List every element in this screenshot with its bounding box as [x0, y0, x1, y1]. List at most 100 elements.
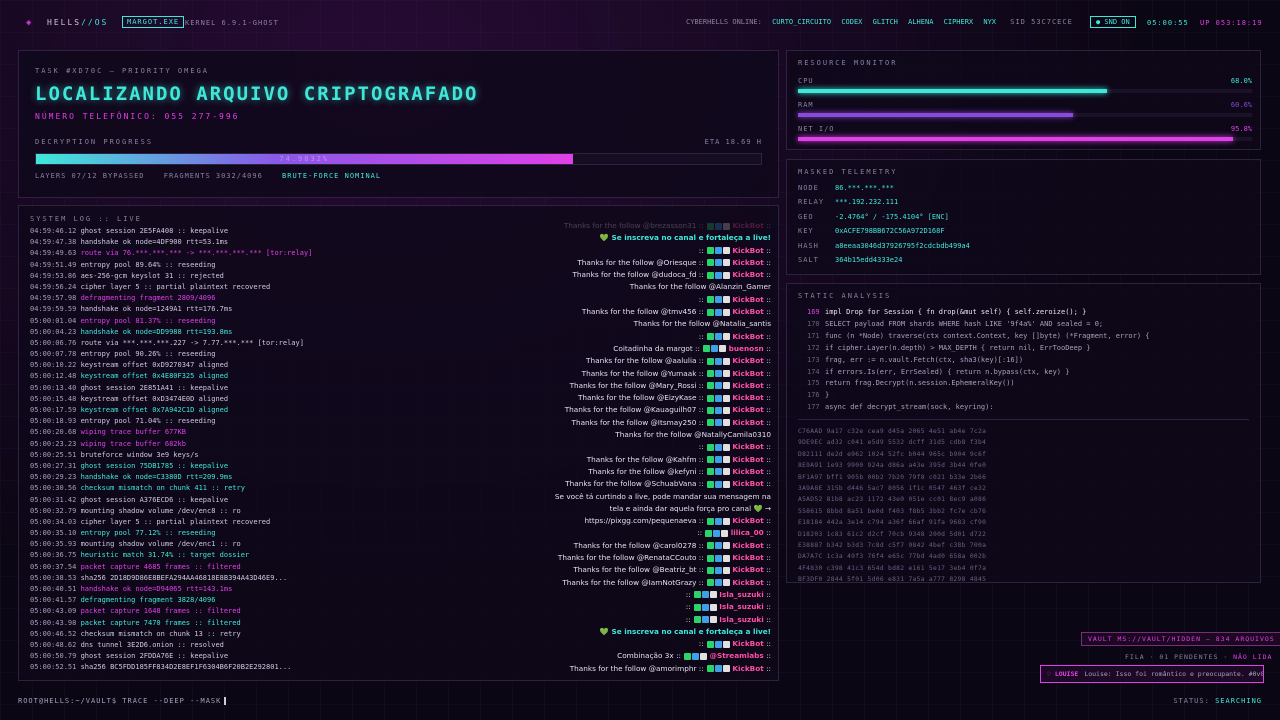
chat-overlay[interactable]: Thanks for the follow @brezasson31 :: Ki… [489, 220, 771, 676]
badge-icon [723, 542, 731, 550]
log-line: 04:59:57.98 defragmenting fragment 2809/… [30, 294, 216, 303]
log-line: 05:00:32.79 mounting shadow volume /dev/… [30, 506, 241, 515]
online-user[interactable]: CIPHERX [944, 18, 974, 26]
online-user[interactable]: CODEX [841, 18, 862, 26]
badge-icon [715, 333, 723, 341]
badge-icon [723, 480, 731, 488]
hex-line: D82111 de2d e962 1024 52fc b044 965c b90… [798, 450, 987, 458]
badge-icon [723, 259, 731, 267]
chat-message: :: Isla_suzuki :: [685, 602, 771, 612]
badge-icon [707, 222, 715, 230]
badge-icon [723, 296, 731, 304]
chat-message: 💚 Se inscreva no canal e fortaleça a liv… [599, 233, 771, 243]
resource-monitor-panel: RESOURCE MONITOR CPU 68.0% RAM 60.6% NET… [786, 50, 1261, 150]
hex-line: 3A9A8E 315b d446 5ac7 8056 1f1c 0547 463… [798, 485, 987, 492]
net-io-meter: NET I/O 95.8% [798, 125, 1252, 141]
online-user[interactable]: GLITCH [873, 18, 898, 26]
log-line: 05:00:07.78 entropy pool 90.26% :: resee… [30, 350, 216, 359]
badge-icon [723, 308, 731, 316]
hells-logo-icon: ◈ [26, 18, 32, 28]
badge-icon [707, 419, 715, 427]
log-line: 04:59:47.38 handshake ok node=4DF900 rtt… [30, 238, 229, 247]
hex-line: BF3DF0 2844 5f01 5d06 e831 7a5a a777 829… [798, 576, 987, 583]
divider [798, 419, 1249, 420]
process-badge[interactable]: MARGOT.EXE [122, 16, 185, 28]
badge-icon [715, 542, 723, 550]
task-panel: TASK #XD70C — PRIORITY OMEGA LOCALIZANDO… [18, 50, 779, 198]
static-analysis-panel: STATIC ANALYSIS 169 impl Drop for Session… [786, 283, 1261, 583]
code-line: 170 SELECT payload FROM shards WHERE hash… [807, 319, 1104, 328]
task-title: LOCALIZANDO ARQUIVO CRIPTOGRAFADO [35, 83, 479, 105]
fragments-stat: FRAGMENTS 3032/4096 [163, 172, 263, 180]
chat-message: Thanks for the follow @kefyni :: KickBot… [588, 466, 771, 476]
badge-icon [707, 271, 715, 279]
badge-icon [707, 480, 715, 488]
code-line: 177 async def decrypt_stream(sock, keyrin… [807, 403, 994, 412]
log-line: 05:00:43.98 packet capture 7470 frames :… [30, 618, 241, 627]
badge-icon [701, 603, 709, 611]
hex-line: A5AD52 81b8 ac23 1172 43e0 051e cc01 8ec… [798, 496, 987, 504]
badge-icon [707, 517, 715, 525]
badge-icon [715, 566, 723, 574]
task-status: BRUTE-FORCE NOMINAL [282, 172, 382, 180]
online-user[interactable]: NYX [983, 18, 996, 26]
brand-title: HELLS//OS [47, 18, 109, 27]
online-user[interactable]: CURTO_CIRCUITO [772, 18, 831, 26]
telemetry-row: RELAY ***.192.232.111 [798, 198, 899, 206]
chat-message: :: Isla_suzuki :: [685, 589, 771, 599]
log-line: 04:59:56.24 cipher layer 5 :: partial pl… [30, 282, 271, 291]
badge-icon [723, 247, 731, 255]
sound-toggle-button[interactable]: ● SND ON [1090, 16, 1136, 28]
badge-icon [723, 665, 731, 673]
telemetry-row: GEO -2.4764° / -175.4104° [ENC] [798, 213, 949, 221]
chat-message: Thanks for the follow @Kahfm :: KickBot … [586, 454, 771, 464]
badge-icon [715, 357, 723, 365]
hex-line: 8E9A91 1e93 9900 924a d86a a43e 395d 3b4… [798, 462, 987, 470]
badge-icon [707, 394, 715, 402]
chat-message: :: lilica_00 :: [697, 528, 771, 538]
code-line: 171 func (n *Node) traverse(ctx context.C… [807, 331, 1150, 340]
vault-path-badge[interactable]: VAULT MS://VAULT/HIDDEN — 834 ARQUIVOS [1081, 632, 1280, 646]
online-user[interactable]: ALHENA [908, 18, 933, 26]
log-line: 04:59:59.59 handshake ok node=1249A1 rtt… [30, 305, 233, 314]
badge-icon [715, 665, 723, 673]
badge-icon [723, 456, 731, 464]
log-list[interactable]: 04:59:46.12 ghost session 2E5FA408 :: ke… [30, 226, 450, 676]
log-line: 05:00:15.48 keystream offset 0xD3474E0D … [30, 394, 229, 403]
log-line: 05:00:34.03 cipher layer 5 :: partial pl… [30, 517, 271, 526]
log-line: 05:00:43.09 packet capture 1648 frames :… [30, 607, 241, 616]
badge-icon [723, 554, 731, 562]
log-line: 05:00:50.79 ghost session 2FDDA76E :: ke… [30, 652, 229, 661]
code-line: 172 if cipher.Layer(n.depth) > MAX_DEPTH … [807, 343, 1091, 352]
chat-message: Thanks for the follow @Beatriz_bt :: Kic… [573, 565, 771, 575]
badge-icon [707, 665, 715, 673]
chat-message: :: KickBot :: [698, 442, 771, 452]
badge-icon [723, 357, 731, 365]
system-log-panel: SYSTEM LOG :: LIVE 04:59:46.12 ghost ses… [18, 205, 779, 681]
badge-icon [715, 480, 723, 488]
terminal-prompt[interactable]: ROOT@HELLS:~/VAULT$ TRACE --DEEP --MASK [18, 697, 227, 705]
hex-line: C76AAD 9a17 c32e cea9 d45a 2065 4e51 ab4… [798, 428, 987, 435]
log-line: 05:00:31.42 ghost session A376ECD6 :: ke… [30, 495, 229, 504]
badge-icon [707, 640, 715, 648]
chat-notification[interactable]: ♡ LOUISE Louise: Isso foi romântico e pre… [1040, 665, 1264, 683]
badge-icon [715, 222, 723, 230]
chat-message: Thanks for the follow @Oriesque :: KickB… [577, 257, 771, 267]
cursor [224, 697, 227, 705]
badge-icon [707, 468, 715, 476]
chat-message: :: KickBot :: [698, 294, 771, 304]
badge-icon [709, 591, 717, 599]
telemetry-row: SALT 364b15edd4333e24 [798, 256, 903, 264]
badge-icon [707, 579, 715, 587]
badge-icon [707, 357, 715, 365]
phone-number: NÚMERO TELEFÔNICO: 055 277-996 [35, 112, 240, 121]
hex-line: E38887 b342 b3d3 7c8d c5f7 9842 4bef c38… [798, 542, 987, 549]
badge-icon [715, 382, 723, 390]
badge-icon [707, 542, 715, 550]
log-line: 04:59:51.49 entropy pool 89.64% :: resee… [30, 260, 216, 269]
chat-message: :: Isla_suzuki :: [685, 614, 771, 624]
queue-status: FILA · 01 PENDENTES · NÃO LIDA [1125, 653, 1273, 661]
badge-icon [707, 443, 715, 451]
chat-message: Thanks for the follow @dudoca_fd :: Kick… [572, 270, 771, 280]
badge-icon [723, 468, 731, 476]
